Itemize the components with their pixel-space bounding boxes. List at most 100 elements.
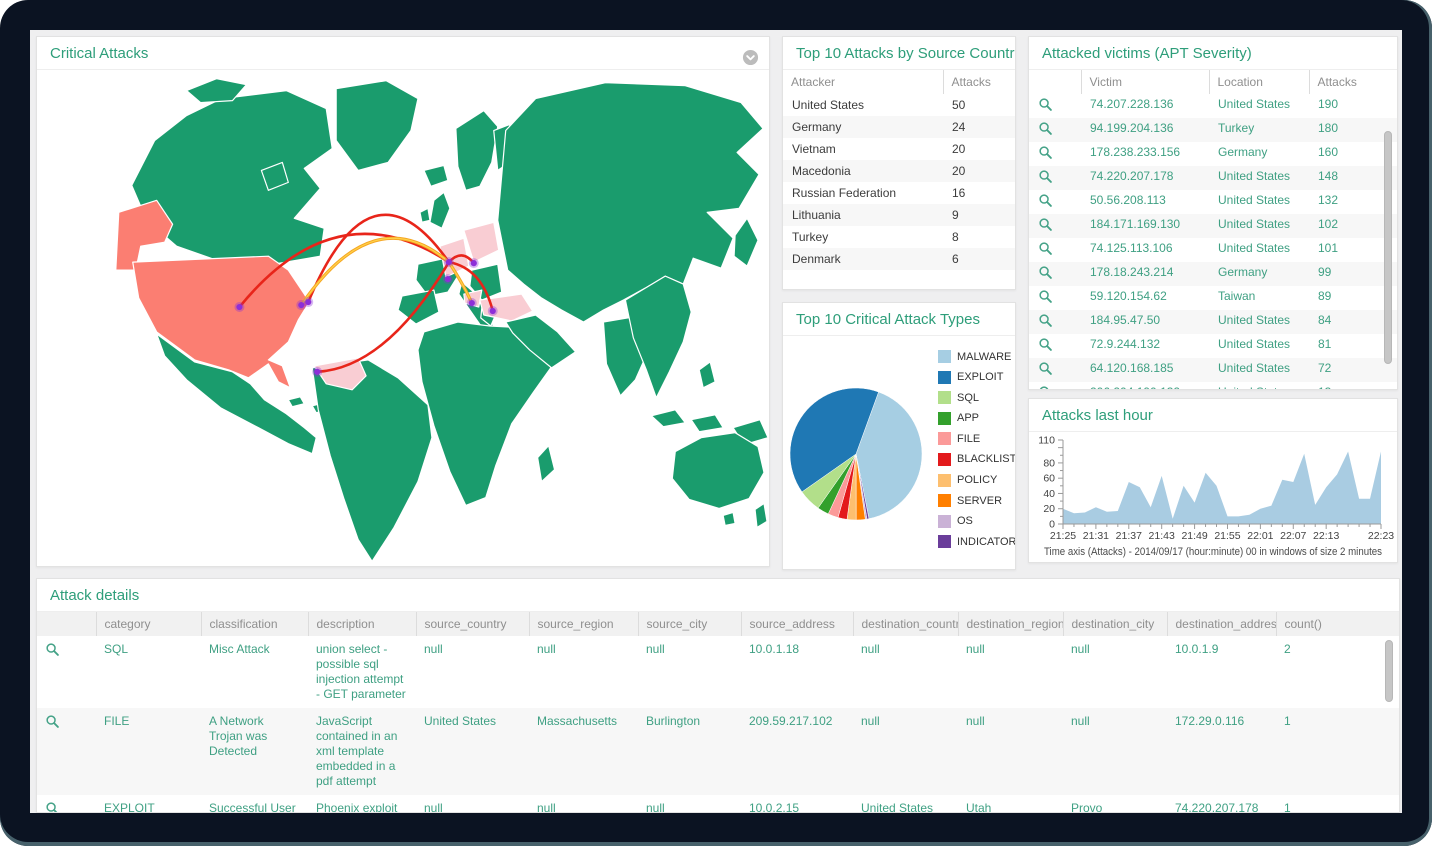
legend-item[interactable]: INDICATOR	[938, 535, 1016, 548]
table-cell: United States	[1209, 310, 1309, 334]
table-row[interactable]: United States50	[783, 94, 1015, 116]
table-row[interactable]: Denmark6	[783, 248, 1015, 270]
search-icon[interactable]	[1038, 289, 1053, 304]
column-header[interactable]	[1029, 70, 1081, 94]
legend-swatch	[938, 515, 951, 528]
table-row[interactable]: SQLMisc Attackunion select - possible sq…	[37, 636, 1399, 708]
vertical-scrollbar[interactable]	[1384, 131, 1392, 364]
search-icon[interactable]	[45, 714, 60, 729]
column-header[interactable]: source_region	[529, 612, 638, 636]
table-row[interactable]: Russian Federation16	[783, 182, 1015, 204]
column-header[interactable]: count()	[1276, 612, 1399, 636]
column-header[interactable]: Attacks	[943, 70, 1015, 94]
table-cell: 190	[1309, 94, 1397, 118]
search-icon[interactable]	[1038, 313, 1053, 328]
table-row[interactable]: 74.125.113.106United States101	[1029, 238, 1397, 262]
table-row[interactable]: 184.171.169.130United States102	[1029, 214, 1397, 238]
attacks-area-chart[interactable]: 02040608011021:2521:3121:3721:4321:4921:…	[1029, 432, 1397, 563]
search-icon[interactable]	[1038, 265, 1053, 280]
table-row[interactable]: Vietnam20	[783, 138, 1015, 160]
time-axis-caption: Time axis (Attacks) - 2014/09/17 (hour:m…	[1044, 546, 1382, 558]
table-row[interactable]: 74.207.228.136United States190	[1029, 94, 1397, 118]
attack-endpoint-dot[interactable]	[469, 300, 475, 306]
attack-endpoint-dot[interactable]	[471, 260, 477, 266]
attack-endpoint-dot[interactable]	[490, 308, 496, 314]
search-icon[interactable]	[1038, 217, 1053, 232]
legend-item[interactable]: SQL	[938, 391, 1016, 404]
search-icon[interactable]	[1038, 337, 1053, 352]
column-header[interactable]: destination_address	[1167, 612, 1276, 636]
x-tick-label: 21:49	[1181, 530, 1207, 542]
table-row[interactable]: 64.120.168.185United States72	[1029, 358, 1397, 382]
table-row[interactable]: 59.120.154.62Taiwan89	[1029, 286, 1397, 310]
column-header[interactable]: destination_region	[958, 612, 1063, 636]
column-header[interactable]: description	[308, 612, 416, 636]
attack-endpoint-dot[interactable]	[445, 276, 451, 282]
attack-endpoint-dot[interactable]	[446, 259, 452, 265]
column-header[interactable]: source_city	[638, 612, 741, 636]
table-row[interactable]: 74.220.207.178United States148	[1029, 166, 1397, 190]
table-cell: Successful User Privilege Gain	[201, 795, 308, 813]
search-icon[interactable]	[1038, 169, 1053, 184]
column-header[interactable]: source_address	[741, 612, 853, 636]
table-row[interactable]: EXPLOITSuccessful User Privilege GainPho…	[37, 795, 1399, 813]
table-row[interactable]: 50.56.208.113United States132	[1029, 190, 1397, 214]
x-tick-label: 22:07	[1280, 530, 1306, 542]
search-icon[interactable]	[1038, 385, 1053, 390]
column-header[interactable]: Attacker	[783, 70, 943, 94]
search-icon[interactable]	[1038, 241, 1053, 256]
legend-item[interactable]: FILE	[938, 432, 1016, 445]
legend-item[interactable]: POLICY	[938, 474, 1016, 487]
legend-item[interactable]: MALWARE	[938, 350, 1016, 363]
attack-endpoint-dot[interactable]	[305, 299, 311, 305]
table-row[interactable]: 94.199.204.136Turkey180	[1029, 118, 1397, 142]
vertical-scrollbar[interactable]	[1385, 640, 1393, 702]
legend-item[interactable]: APP	[938, 412, 1016, 425]
column-header[interactable]: destination_country	[853, 612, 958, 636]
panel-attack-details: Attack details categoryclassificationdes…	[36, 578, 1400, 813]
search-icon[interactable]	[1038, 361, 1053, 376]
search-icon[interactable]	[45, 801, 60, 813]
chevron-down-icon[interactable]	[742, 45, 759, 62]
table-cell: null	[529, 795, 638, 813]
table-row[interactable]: 206.204.190.132United States13	[1029, 382, 1397, 390]
search-icon[interactable]	[1038, 145, 1053, 160]
table-cell: Russian Federation	[783, 182, 943, 204]
search-icon[interactable]	[1038, 121, 1053, 136]
column-header[interactable]: Location	[1209, 70, 1309, 94]
table-cell: null	[638, 636, 741, 708]
panel-title: Critical Attacks	[37, 37, 769, 70]
legend-item[interactable]: EXPLOIT	[938, 371, 1016, 384]
legend-item[interactable]: BLACKLIST	[938, 453, 1016, 466]
column-header[interactable]: Attacks	[1309, 70, 1397, 94]
table-row[interactable]: Macedonia20	[783, 160, 1015, 182]
table-cell: Macedonia	[783, 160, 943, 182]
column-header[interactable]	[37, 612, 96, 636]
attack-endpoint-dot[interactable]	[236, 304, 242, 310]
column-header[interactable]: destination_city	[1063, 612, 1167, 636]
table-cell: 74.220.207.178	[1081, 166, 1209, 190]
table-row[interactable]: Lithuania9	[783, 204, 1015, 226]
legend-item[interactable]: SERVER	[938, 494, 1016, 507]
column-header[interactable]: category	[96, 612, 201, 636]
table-row[interactable]: Turkey8	[783, 226, 1015, 248]
column-header[interactable]: Victim	[1081, 70, 1209, 94]
table-row[interactable]: Germany24	[783, 116, 1015, 138]
table-cell: 172.29.0.116	[1167, 708, 1276, 795]
column-header[interactable]: source_country	[416, 612, 529, 636]
column-header[interactable]: classification	[201, 612, 308, 636]
table-row[interactable]: 72.9.244.132United States81	[1029, 334, 1397, 358]
search-icon[interactable]	[45, 642, 60, 657]
legend-item[interactable]: OS	[938, 515, 1016, 528]
table-row[interactable]: 178.18.243.214Germany99	[1029, 262, 1397, 286]
table-row[interactable]: 178.238.233.156Germany160	[1029, 142, 1397, 166]
world-map[interactable]	[37, 70, 769, 567]
table-row[interactable]: 184.95.47.50United States84	[1029, 310, 1397, 334]
dashboard: Critical Attacks	[30, 30, 1402, 813]
search-icon[interactable]	[1038, 97, 1053, 112]
table-row[interactable]: FILEA Network Trojan was DetectedJavaScr…	[37, 708, 1399, 795]
attack-endpoint-dot[interactable]	[314, 369, 320, 375]
legend-swatch	[938, 432, 951, 445]
search-icon[interactable]	[1038, 193, 1053, 208]
table-cell: Denmark	[783, 248, 943, 270]
